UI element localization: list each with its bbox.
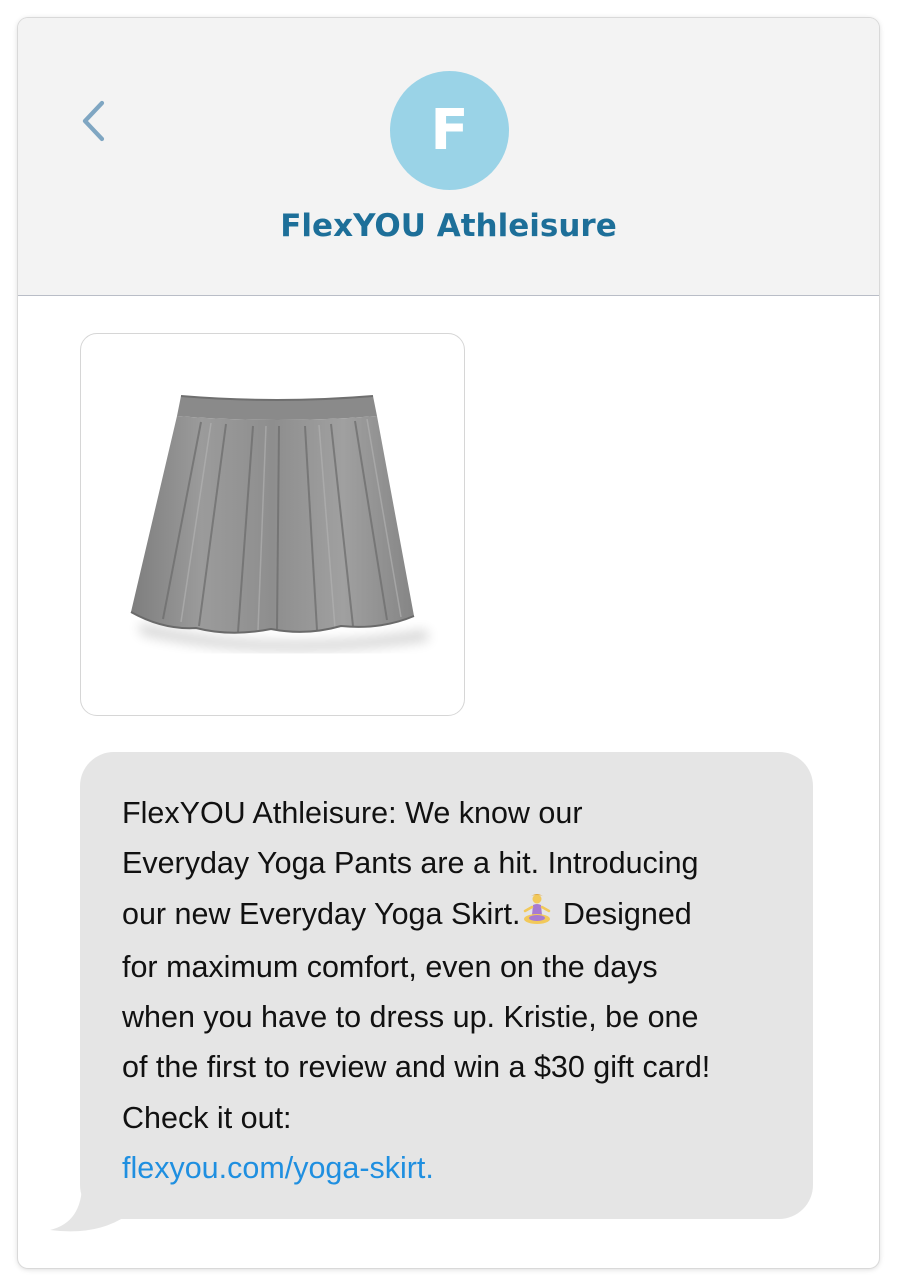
back-button[interactable]	[76, 98, 116, 146]
sender-avatar[interactable]: F	[390, 71, 509, 190]
chevron-left-icon	[82, 100, 105, 142]
lotus-position-emoji	[520, 892, 554, 942]
message-line: of the first to review and win a $30 gif…	[122, 1050, 711, 1085]
message-line: FlexYOU Athleisure: We know our	[122, 796, 583, 830]
message-line: Designed	[554, 896, 692, 931]
message-line: Check it out:	[122, 1100, 292, 1135]
message-line: our new Everyday Yoga Skirt.	[122, 896, 521, 931]
message-line: when you have to dress up. Kristie, be o…	[122, 1000, 699, 1035]
message-line: for maximum comfort, even on the days	[122, 949, 658, 984]
message-text: FlexYOU Athleisure: We know our Everyday…	[122, 788, 802, 1193]
message-line: Everyday Yoga Pants are a hit. Introduci…	[122, 846, 699, 881]
avatar-letter: F	[430, 98, 469, 163]
pleated-skirt-image	[130, 395, 429, 651]
message-thread-window: F FlexYOU Athleisure FlexYOU Athleisure:…	[18, 18, 879, 1268]
conversation-header: F FlexYOU Athleisure	[18, 18, 879, 296]
product-link[interactable]: flexyou.com/yoga-skirt.	[122, 1151, 434, 1185]
product-image-attachment[interactable]	[80, 333, 465, 716]
sender-name[interactable]: FlexYOU Athleisure	[18, 208, 879, 244]
